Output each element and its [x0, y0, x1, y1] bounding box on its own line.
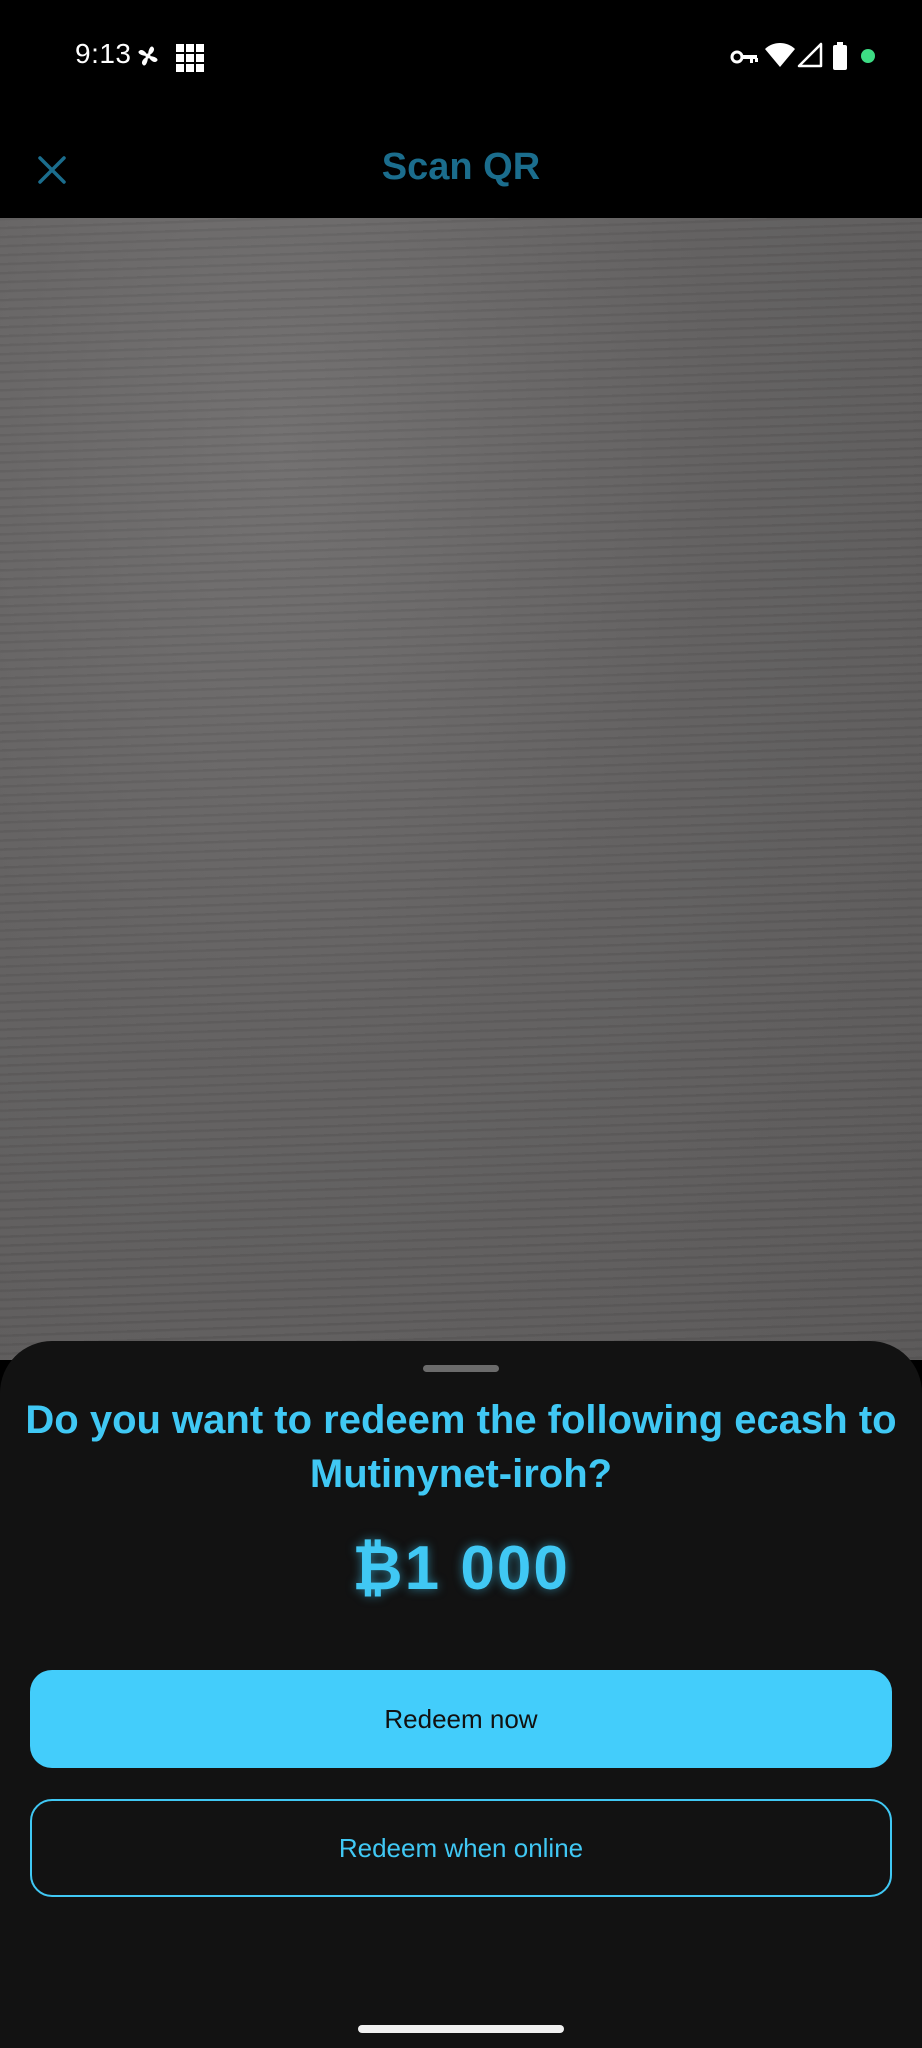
battery-icon	[833, 42, 847, 70]
page-title: Scan QR	[381, 146, 541, 188]
camera-preview[interactable]	[0, 218, 922, 1360]
redeem-question-line2: Mutinynet-iroh?	[309, 1452, 613, 1496]
home-indicator[interactable]	[358, 2025, 564, 2033]
redeem-question-line1: Do you want to redeem the following ecas…	[25, 1398, 897, 1442]
redeem-question: Do you want to redeem the following ecas…	[20, 1393, 902, 1501]
redeem-now-button[interactable]: Redeem now	[30, 1670, 892, 1768]
fan-icon	[138, 46, 158, 66]
app-bar: Scan QR	[0, 110, 922, 218]
status-time: 9:13	[75, 38, 132, 69]
grid-app-icon	[176, 44, 204, 72]
redeem-when-online-label: Redeem when online	[338, 1832, 584, 1863]
ecash-amount: ₿1 000	[352, 1534, 570, 1603]
vpn-key-icon	[730, 50, 758, 64]
screen: 9:13 Scan QR Do you want to redeem the f…	[0, 0, 922, 2048]
cellular-signal-icon	[797, 42, 823, 68]
wifi-icon	[765, 43, 795, 67]
privacy-dot-icon	[861, 49, 875, 63]
redeem-now-label: Redeem now	[384, 1703, 538, 1734]
redeem-bottom-sheet: Do you want to redeem the following ecas…	[0, 1341, 922, 2048]
redeem-when-online-button[interactable]: Redeem when online	[30, 1799, 892, 1897]
drag-handle[interactable]	[423, 1365, 499, 1372]
status-bar: 9:13	[0, 0, 922, 110]
